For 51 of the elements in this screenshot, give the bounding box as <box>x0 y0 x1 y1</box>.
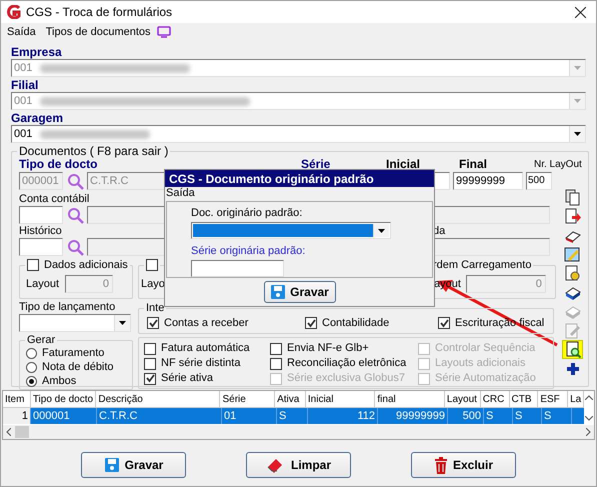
table-cell: S <box>484 408 513 424</box>
checkbox-label: Layouts adicionais <box>435 356 526 372</box>
table-cell: S <box>277 408 308 424</box>
checkbox-label: Contas a receber <box>164 316 248 331</box>
group-legend: Gerar <box>27 332 56 348</box>
checkbox-label: Série Automatização <box>435 371 536 386</box>
field-label: Série <box>301 157 330 171</box>
field-label: Conta contábil <box>19 193 90 205</box>
table-cell: S <box>513 408 542 424</box>
field-label: Empresa <box>11 45 63 59</box>
field-label: Tipo de docto <box>19 157 98 171</box>
checkbox-label: Série exclusiva Globus7 <box>287 371 406 386</box>
checkbox-label: Reconciliação eletrônica <box>287 356 406 372</box>
field-label: Série originária padrão: <box>191 245 306 257</box>
checkbox-label: Série ativa <box>161 371 213 386</box>
table-cell: S <box>542 408 572 424</box>
group-legend: Inte <box>146 300 164 316</box>
field-label: Garagem <box>11 111 64 125</box>
table-cell: 000001 <box>31 408 97 424</box>
group-legend: Documentos ( F8 para sair ) <box>19 142 168 160</box>
checkbox-label: Dados adicionais <box>44 258 128 273</box>
checkbox-label: Contabilidade <box>322 316 390 331</box>
checkbox-label: Fatura automática <box>161 341 250 356</box>
combobox-value: 001 <box>13 60 32 76</box>
field-label: Filial <box>11 78 40 92</box>
radio-label: Nota de débito <box>42 360 114 375</box>
field-label: Histórico <box>19 225 62 237</box>
checkbox-label: Envia NF-e Glb+ <box>287 341 369 356</box>
combobox-value: 001 <box>13 94 32 109</box>
field-label: Final <box>459 157 488 171</box>
checkbox-label: NF série distinta <box>161 356 240 372</box>
spinbox-value: 500 <box>527 174 545 188</box>
table-cell: 1 <box>3 408 31 424</box>
table-cell: 99999999 <box>378 408 448 424</box>
checkbox-label: Controlar Sequência <box>435 341 536 356</box>
dialog-title: CGS - Documento originário padrão <box>169 170 374 188</box>
field-label: Layout <box>26 276 60 292</box>
field-label: Tipo de lançamento <box>19 301 116 313</box>
checkbox-label: Escrituração fiscal <box>455 316 544 331</box>
field-label: Inicial <box>386 157 420 171</box>
field-label: Layo <box>141 276 165 292</box>
field-label: Nr. LayOut <box>534 158 582 171</box>
field-label: Doc. originário padrão: <box>191 207 302 219</box>
window-title: CGS - Troca de formulários <box>26 4 172 21</box>
radio-label: Ambos <box>42 374 76 389</box>
table-cell: 112 <box>308 408 378 424</box>
table-cell: C.T.R.C <box>97 408 222 424</box>
radio-label: Faturamento <box>42 346 104 361</box>
combobox-value: 001 <box>13 126 32 142</box>
table-cell: 01 <box>222 408 277 424</box>
table-cell: 500 <box>448 408 484 424</box>
